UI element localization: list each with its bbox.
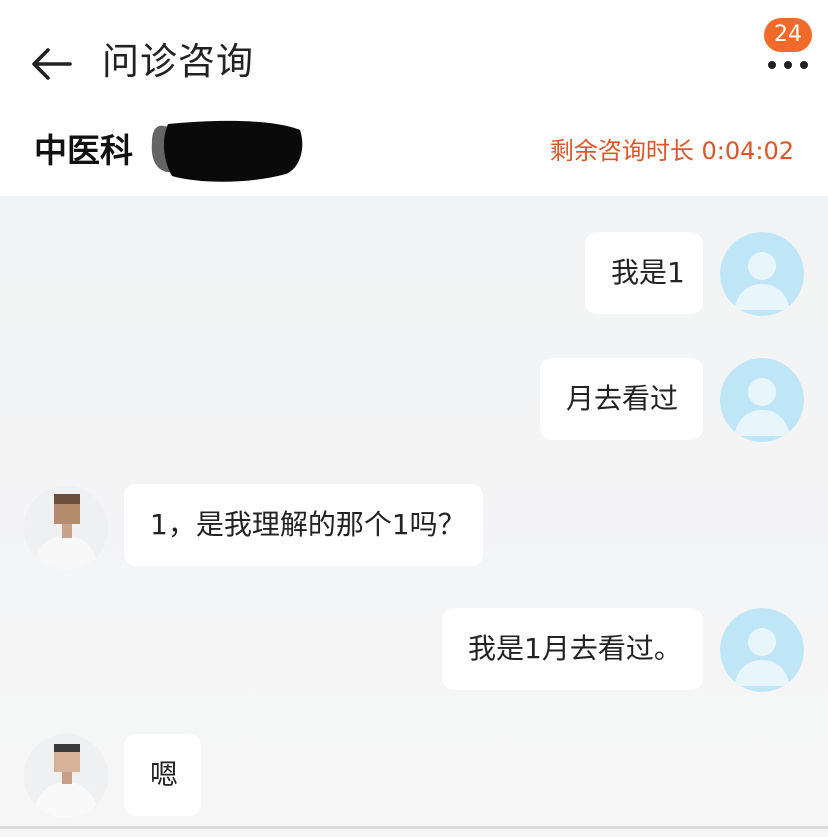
message-text: 月去看过 <box>566 382 679 415</box>
user-avatar <box>720 232 804 316</box>
notification-badge: 24 <box>764 18 812 52</box>
user-message-bubble: 月去看过 <box>540 358 703 440</box>
department-name: 中医科 <box>34 131 133 170</box>
doctor-message-bubble: 1，是我理解的那个1吗？ <box>124 484 483 566</box>
more-menu-button[interactable]: 24 <box>760 18 816 74</box>
user-message-bubble: 我是1 <box>585 232 703 314</box>
message-text: 1，是我理解的那个1吗？ <box>150 508 466 541</box>
user-message-bubble: 我是1月去看过。 <box>442 608 703 690</box>
more-dots-icon <box>768 61 808 69</box>
message-text: 嗯 <box>150 758 179 791</box>
redaction-mark <box>151 120 303 182</box>
chat-area[interactable]: 我是1 月去看过 1，是我理解的那个1吗？ 我是1月去看过。 嗯 <box>0 196 828 837</box>
user-avatar <box>720 358 804 442</box>
doctor-avatar <box>24 734 108 818</box>
message-text: 我是1 <box>611 256 685 289</box>
arrow-left-icon[interactable] <box>30 44 74 84</box>
doctor-avatar <box>24 486 108 570</box>
input-bar-edge <box>0 826 828 829</box>
page-title: 问诊咨询 <box>102 40 254 83</box>
user-avatar <box>720 608 804 692</box>
header-bar: 问诊咨询 24 中医科 剩余咨询时长 0:04:02 <box>0 0 828 196</box>
doctor-message-bubble: 嗯 <box>124 734 201 816</box>
remaining-time: 剩余咨询时长 0:04:02 <box>549 137 794 165</box>
message-text: 我是1月去看过。 <box>468 632 682 665</box>
